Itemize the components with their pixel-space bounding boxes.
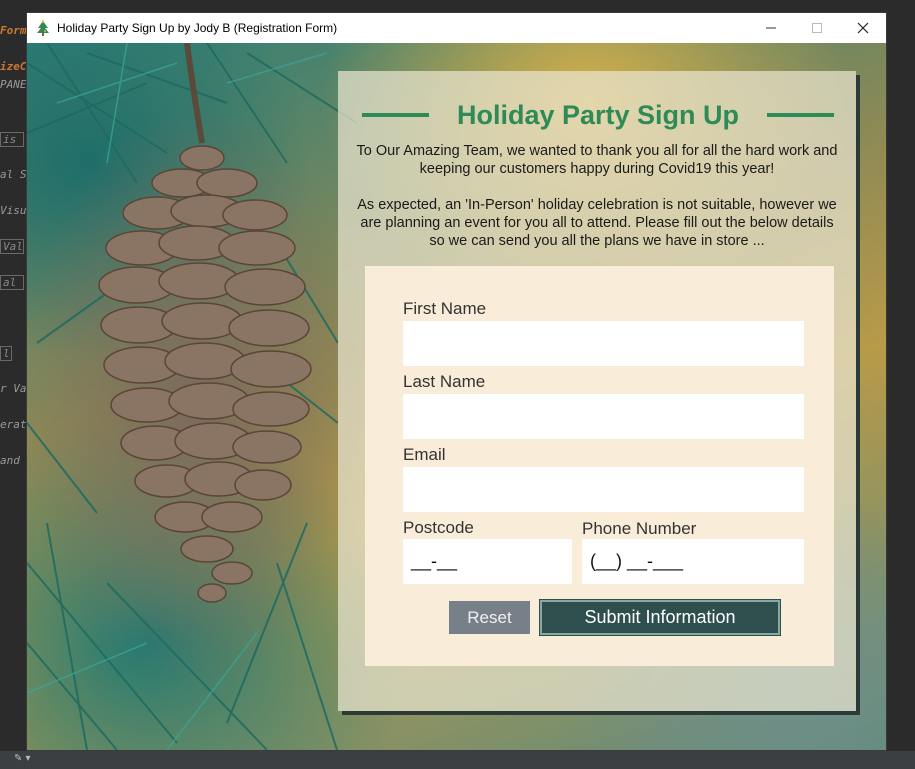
postcode-label: Postcode [403, 518, 474, 537]
registration-panel: Holiday Party Sign Up To Our Amazing Tea… [338, 71, 856, 711]
intro-paragraph: To Our Amazing Team, we wanted to thank … [356, 143, 838, 177]
postcode-mask: __-__ [411, 551, 458, 571]
last-name-label: Last Name [403, 372, 486, 391]
ide-code-snippet: al [0, 275, 24, 290]
first-name-label: First Name [403, 299, 487, 318]
intro-text: To Our Amazing Team, we wanted to thank … [352, 142, 842, 250]
ide-status-bar: ✎ ▾ [0, 751, 915, 769]
title-bar[interactable]: Holiday Party Sign Up by Jody B (Registr… [27, 13, 886, 43]
ide-code-snippet: erat [0, 418, 27, 431]
intro-paragraph: As expected, an 'In-Person' holiday cele… [357, 197, 837, 249]
email-label: Email [403, 445, 446, 464]
heading-divider-left [362, 113, 429, 117]
close-button[interactable] [840, 13, 886, 43]
ide-code-snippet: Val [0, 239, 24, 254]
ide-code-snippet: and [0, 454, 20, 467]
background-image: Holiday Party Sign Up To Our Amazing Tea… [27, 43, 886, 750]
ide-status-icon: ✎ ▾ [14, 753, 31, 764]
phone-number-mask: (__) __-___ [590, 551, 684, 571]
christmas-tree-icon [37, 20, 49, 36]
heading-row: Holiday Party Sign Up [362, 97, 834, 133]
maximize-button[interactable] [794, 13, 840, 43]
first-name-field[interactable] [403, 321, 804, 366]
window-title: Holiday Party Sign Up by Jody B (Registr… [57, 21, 338, 35]
ide-code-snippet: Visu [0, 204, 27, 217]
close-icon [857, 22, 869, 34]
ide-code-snippet: Form [0, 24, 27, 37]
postcode-field[interactable]: __-__ [403, 539, 572, 584]
ide-code-snippet: is [0, 132, 24, 147]
ide-code-snippet: r Va [0, 382, 27, 395]
email-field[interactable] [403, 467, 804, 512]
ide-code-snippet: al S [0, 168, 27, 181]
ide-background: Form izeC PANE is al S Visu Val al l r V… [0, 0, 30, 769]
last-name-field[interactable] [403, 394, 804, 439]
minimize-button[interactable] [748, 13, 794, 43]
minimize-icon [766, 27, 776, 29]
heading-divider-right [767, 113, 834, 117]
phone-number-label: Phone Number [582, 519, 697, 538]
ide-code-snippet: izeC [0, 60, 27, 73]
reset-button[interactable]: Reset [449, 601, 530, 634]
ide-code-snippet: l [0, 346, 12, 361]
maximize-icon [812, 23, 822, 33]
registration-form: First Name Last Name Email Postcode __-_… [365, 266, 834, 666]
phone-number-field[interactable]: (__) __-___ [582, 539, 804, 584]
ide-code-snippet: PANE [0, 78, 27, 91]
submit-button[interactable]: Submit Information [539, 599, 781, 636]
app-window: Holiday Party Sign Up by Jody B (Registr… [27, 13, 886, 750]
page-title: Holiday Party Sign Up [456, 99, 740, 130]
